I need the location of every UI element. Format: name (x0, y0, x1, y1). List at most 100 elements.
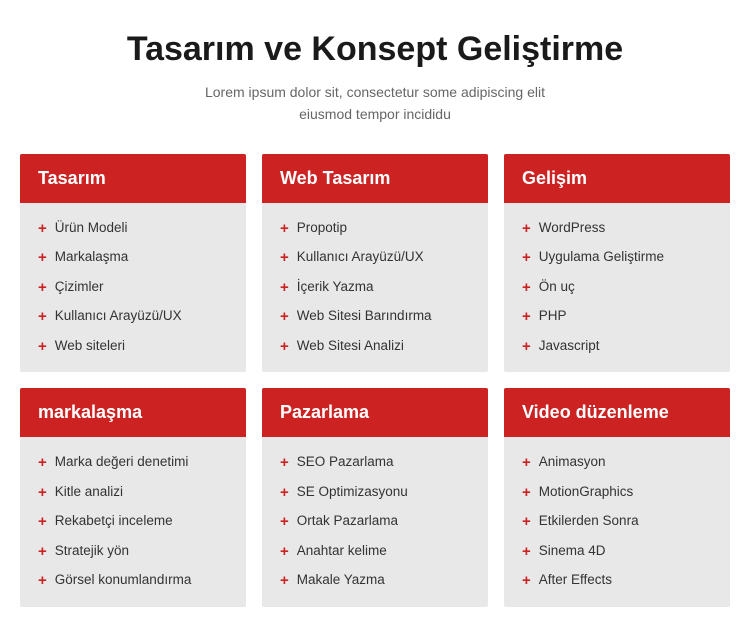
card-body-markalasma: +Marka değeri denetimi+Kitle analizi+Rek… (20, 437, 246, 607)
card-header-title-video-duzenleme: Video düzenleme (522, 402, 669, 422)
item-text: Makale Yazma (297, 571, 385, 590)
card-markalasma: markalaşma+Marka değeri denetimi+Kitle a… (20, 388, 246, 607)
plus-icon: + (280, 307, 289, 327)
item-text: Anahtar kelime (297, 542, 387, 561)
list-item: + Etkilerden Sonra (522, 512, 712, 532)
list-item: + Web Sitesi Analizi (280, 337, 470, 357)
plus-icon: + (280, 337, 289, 357)
list-item: +Ürün Modeli (38, 219, 228, 239)
item-text: MotionGraphics (539, 483, 634, 502)
list-item: + Kitle analizi (38, 483, 228, 503)
subtitle-line1: Lorem ipsum dolor sit, consectetur some … (205, 84, 545, 100)
plus-icon: + (280, 483, 289, 503)
page-title: Tasarım ve Konsept Geliştirme (20, 30, 730, 69)
plus-icon: + (38, 248, 47, 268)
plus-icon: + (280, 248, 289, 268)
plus-icon: + (522, 337, 531, 357)
list-item: +Animasyon (522, 453, 712, 473)
list-item: + Web Sitesi Barındırma (280, 307, 470, 327)
item-text: SE Optimizasyonu (297, 483, 408, 502)
card-header-title-tasarim: Tasarım (38, 168, 106, 188)
item-text: WordPress (539, 219, 606, 238)
card-body-tasarim: +Ürün Modeli+Markalaşma+Çizimler+Kullanı… (20, 203, 246, 373)
card-header-tasarim: Tasarım (20, 154, 246, 203)
plus-icon: + (38, 453, 47, 473)
item-text: Ortak Pazarlama (297, 512, 398, 531)
plus-icon: + (522, 571, 531, 591)
plus-icon: + (522, 219, 531, 239)
plus-icon: + (280, 219, 289, 239)
plus-icon: + (38, 483, 47, 503)
list-item: + Rekabetçi inceleme (38, 512, 228, 532)
item-text: Markalaşma (55, 248, 129, 267)
list-item: +Kullanıcı Arayüzü/UX (38, 307, 228, 327)
card-web-tasarim: Web Tasarım + Propotip + Kullanıcı Arayüzü/U… (262, 154, 488, 373)
item-text: Rekabetçi inceleme (55, 512, 173, 531)
item-text: Propotip (297, 219, 347, 238)
card-video-duzenleme: Video düzenleme+Animasyon+MotionGraphics… (504, 388, 730, 607)
item-text: Kullanıcı Arayüzü/UX (297, 248, 424, 267)
list-item: + MotionGraphics (522, 483, 712, 503)
list-item: + Makale Yazma (280, 571, 470, 591)
plus-icon: + (38, 219, 47, 239)
list-item: + Markalaşma (38, 248, 228, 268)
plus-icon: + (280, 453, 289, 473)
plus-icon: + (38, 512, 47, 532)
list-item: + Ortak Pazarlama (280, 512, 470, 532)
plus-icon: + (522, 512, 531, 532)
card-header-title-markalasma: markalaşma (38, 402, 142, 422)
list-item: +Ön uç (522, 278, 712, 298)
plus-icon: + (522, 248, 531, 268)
plus-icon: + (280, 571, 289, 591)
plus-icon: + (38, 278, 47, 298)
item-text: Javascript (539, 337, 600, 356)
plus-icon: + (522, 483, 531, 503)
card-header-gelisim: Gelişim (504, 154, 730, 203)
plus-icon: + (522, 542, 531, 562)
item-text: Kullanıcı Arayüzü/UX (55, 307, 182, 326)
list-item: + Javascript (522, 337, 712, 357)
plus-icon: + (522, 453, 531, 473)
item-text: SEO Pazarlama (297, 453, 394, 472)
item-text: Sinema 4D (539, 542, 606, 561)
card-body-web-tasarim: + Propotip + Kullanıcı Arayüzü/UX + İçerik Ya… (262, 203, 488, 373)
page-subtitle: Lorem ipsum dolor sit, consectetur some … (20, 81, 730, 126)
list-item: +Stratejik yön (38, 542, 228, 562)
list-item: + Görsel konumlandırma (38, 571, 228, 591)
item-text: Ön uç (539, 278, 575, 297)
card-tasarim: Tasarım+Ürün Modeli+Markalaşma+Çizimler+… (20, 154, 246, 373)
plus-icon: + (38, 542, 47, 562)
list-item: + İçerik Yazma (280, 278, 470, 298)
item-text: Web siteleri (55, 337, 125, 356)
item-text: Kitle analizi (55, 483, 123, 502)
list-item: + SEO Pazarlama (280, 453, 470, 473)
card-header-title-pazarlama: Pazarlama (280, 402, 369, 422)
item-text: İçerik Yazma (297, 278, 374, 297)
list-item: +Marka değeri denetimi (38, 453, 228, 473)
item-text: Etkilerden Sonra (539, 512, 639, 531)
card-header-title-gelisim: Gelişim (522, 168, 587, 188)
plus-icon: + (280, 278, 289, 298)
item-text: Uygulama Geliştirme (539, 248, 664, 267)
item-text: Görsel konumlandırma (55, 571, 192, 590)
list-item: + WordPress (522, 219, 712, 239)
page-container: Tasarım ve Konsept Geliştirme Lorem ipsu… (20, 30, 730, 607)
plus-icon: + (38, 571, 47, 591)
card-header-pazarlama: Pazarlama (262, 388, 488, 437)
list-item: + Web siteleri (38, 337, 228, 357)
plus-icon: + (280, 512, 289, 532)
card-body-pazarlama: + SEO Pazarlama + SE Optimizasyonu + Ortak Pa… (262, 437, 488, 607)
card-header-video-duzenleme: Video düzenleme (504, 388, 730, 437)
card-gelisim: Gelişim+WordPress+Uygulama Geliştirme+Ön… (504, 154, 730, 373)
card-header-web-tasarim: Web Tasarım (262, 154, 488, 203)
list-item: + Kullanıcı Arayüzü/UX (280, 248, 470, 268)
card-pazarlama: Pazarlama + SEO Pazarlama + SE Optimizasyonu… (262, 388, 488, 607)
list-item: + Uygulama Geliştirme (522, 248, 712, 268)
item-text: PHP (539, 307, 567, 326)
item-text: Web Sitesi Barındırma (297, 307, 432, 326)
item-text: Web Sitesi Analizi (297, 337, 404, 356)
plus-icon: + (38, 337, 47, 357)
card-header-title-web-tasarim: Web Tasarım (280, 168, 390, 188)
list-item: +Anahtar kelime (280, 542, 470, 562)
list-item: + Propotip (280, 219, 470, 239)
